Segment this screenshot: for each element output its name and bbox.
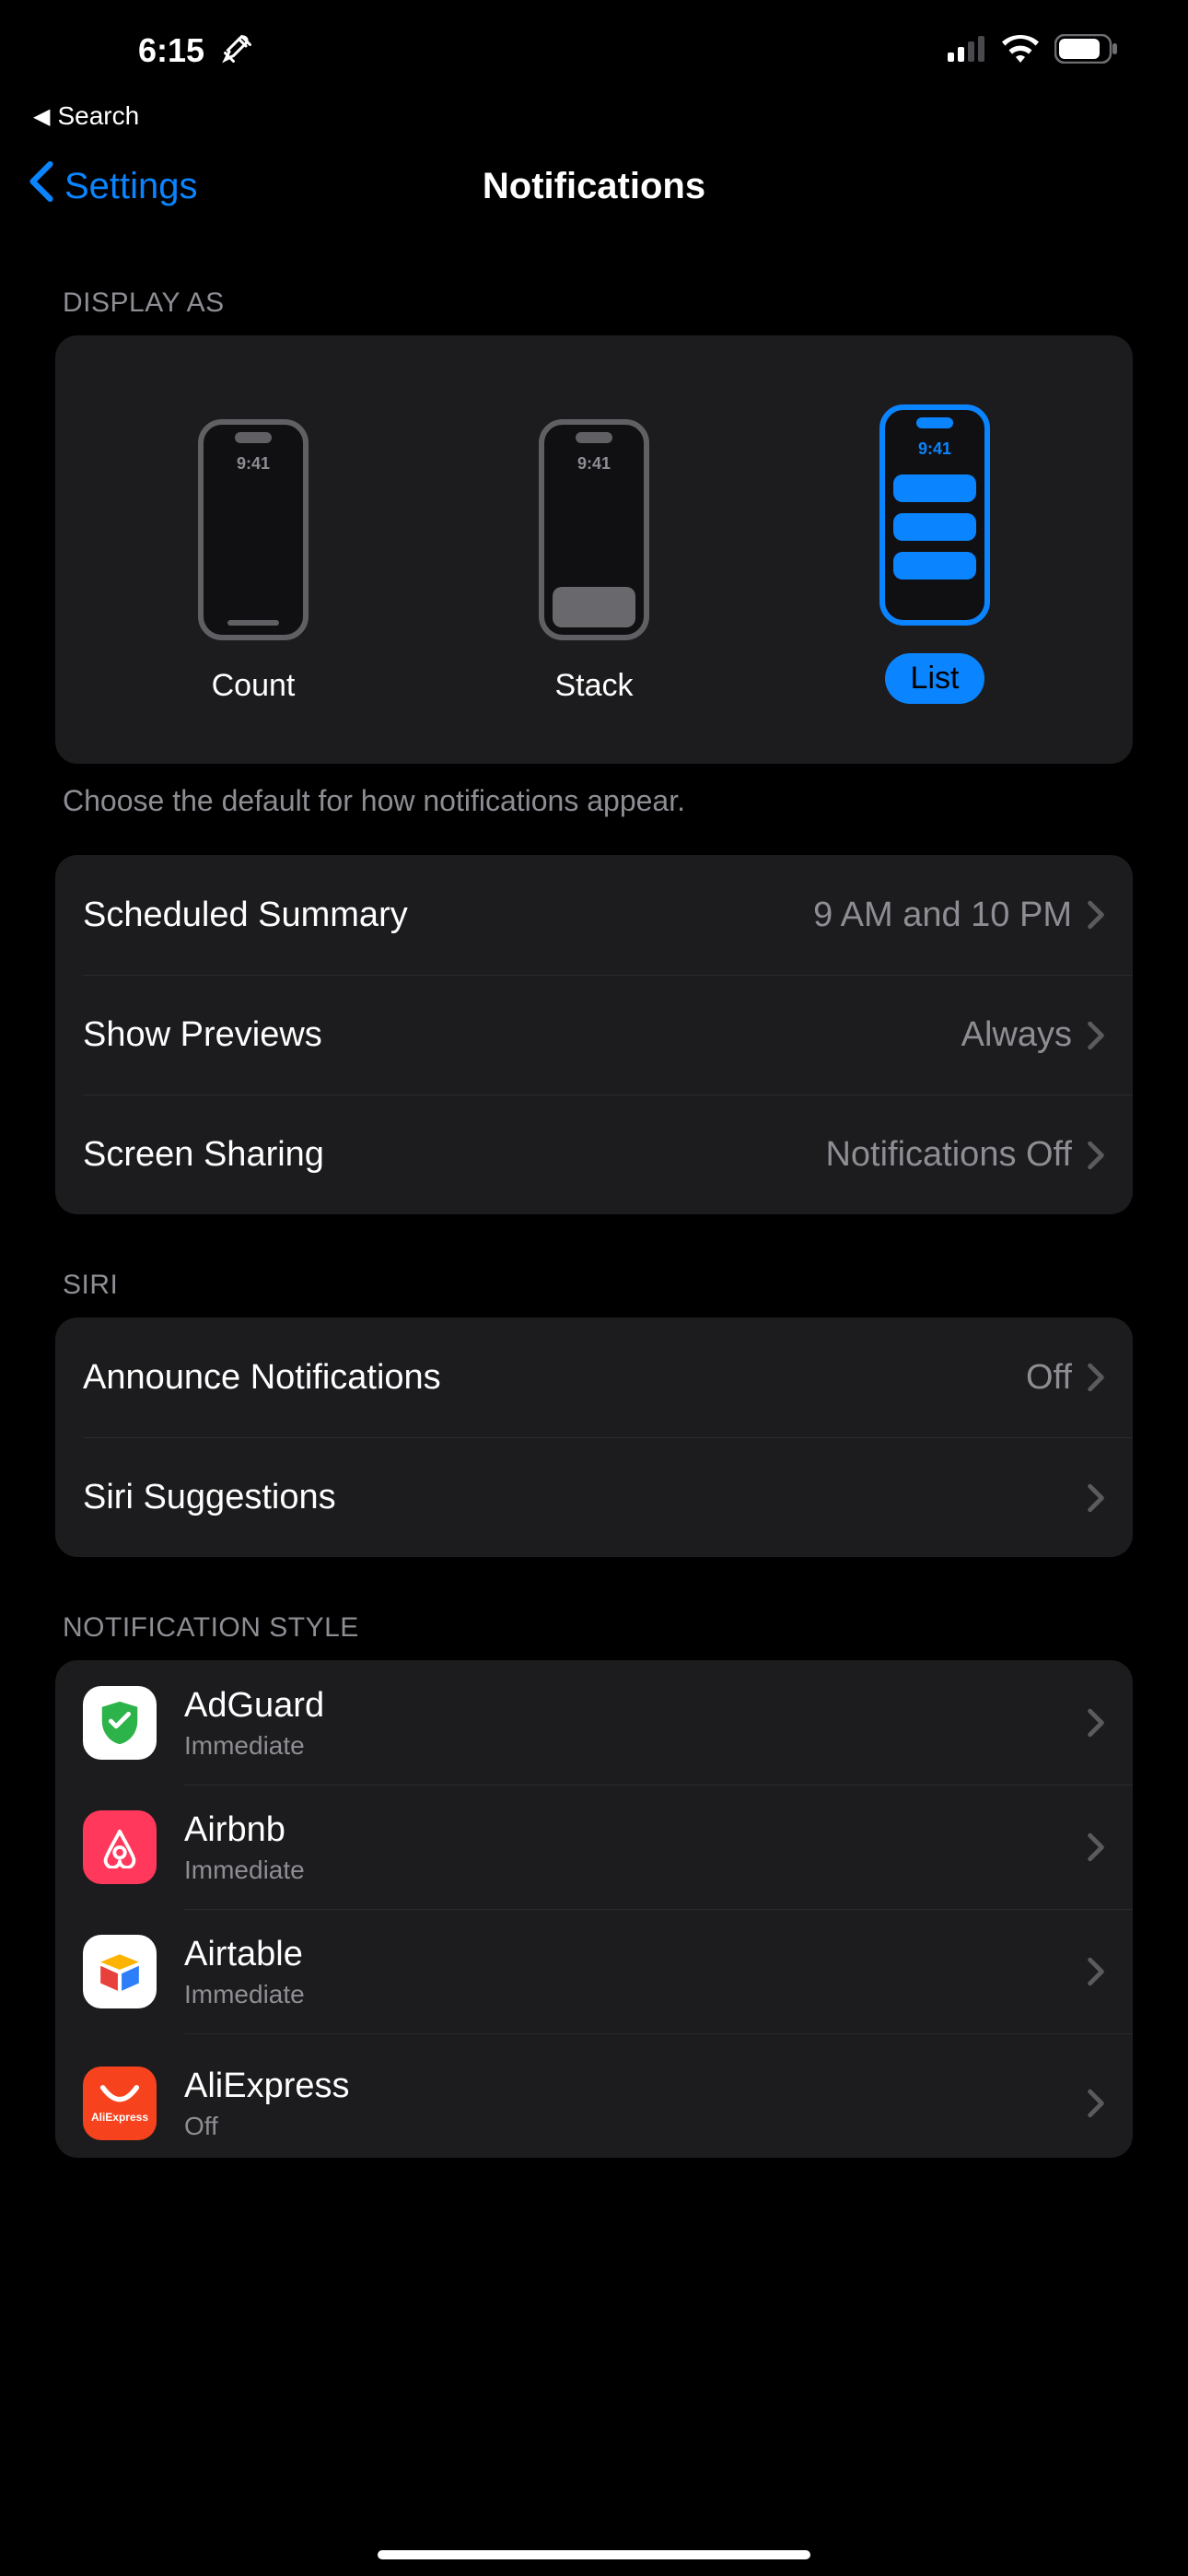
display-as-footer: Choose the default for how notifications… [55, 764, 1133, 818]
home-indicator[interactable] [378, 2550, 810, 2559]
chevron-right-icon [1087, 1363, 1105, 1392]
row-label: Siri Suggestions [83, 1478, 336, 1517]
chevron-right-icon [1087, 1483, 1105, 1513]
chevron-right-icon [1087, 1021, 1105, 1050]
display-option-label: List [885, 653, 985, 704]
app-name: Airbnb [184, 1810, 1087, 1850]
battery-icon [1054, 34, 1119, 68]
status-time: 6:15 [138, 31, 204, 70]
nav-back-label: Settings [64, 166, 198, 207]
chevron-right-icon [1087, 1957, 1105, 1986]
settings-group: Scheduled Summary 9 AM and 10 PM Show Pr… [55, 855, 1133, 1214]
status-bar: 6:15 [0, 0, 1188, 101]
chevron-left-icon: ◀ [33, 103, 50, 130]
row-value: 9 AM and 10 PM [813, 896, 1072, 935]
breadcrumb-back[interactable]: ◀ Search [0, 101, 1188, 140]
app-row-aliexpress[interactable]: AliExpress AliExpress Off [55, 2033, 1133, 2158]
phone-preview-time: 9:41 [237, 454, 270, 474]
chevron-right-icon [1087, 900, 1105, 930]
siri-header: SIRI [55, 1214, 1133, 1317]
row-announce-notifications[interactable]: Announce Notifications Off [55, 1317, 1133, 1437]
phone-preview-time: 9:41 [577, 454, 611, 474]
row-label: Announce Notifications [83, 1358, 441, 1398]
app-sub: Immediate [184, 1731, 1087, 1761]
app-name: AliExpress [184, 2067, 1087, 2106]
nav-back-button[interactable]: Settings [28, 161, 198, 211]
app-row-adguard[interactable]: AdGuard Immediate [55, 1660, 1133, 1785]
app-sub: Off [184, 2112, 1087, 2141]
cellular-icon [948, 36, 986, 66]
row-value: Notifications Off [825, 1135, 1072, 1175]
row-scheduled-summary[interactable]: Scheduled Summary 9 AM and 10 PM [55, 855, 1133, 975]
chevron-right-icon [1087, 2089, 1105, 2118]
breadcrumb-label: Search [57, 101, 139, 131]
app-name: Airtable [184, 1935, 1087, 1974]
siri-group: Announce Notifications Off Siri Suggesti… [55, 1317, 1133, 1557]
display-as-header: DISPLAY AS [55, 232, 1133, 335]
tools-icon [221, 32, 254, 70]
display-option-list[interactable]: 9:41 List [879, 404, 990, 704]
app-row-airtable[interactable]: Airtable Immediate [55, 1909, 1133, 2033]
phone-preview-time: 9:41 [918, 439, 951, 459]
app-icon-airbnb [83, 1810, 157, 1884]
row-label: Show Previews [83, 1015, 322, 1055]
app-row-airbnb[interactable]: Airbnb Immediate [55, 1785, 1133, 1909]
app-icon-airtable [83, 1935, 157, 2008]
chevron-left-icon [28, 161, 55, 211]
row-value: Off [1026, 1358, 1072, 1398]
app-icon-aliexpress: AliExpress [83, 2067, 157, 2140]
wifi-icon [1001, 35, 1040, 67]
style-group: AdGuard Immediate Airbnb Immediate [55, 1660, 1133, 2158]
row-label: Scheduled Summary [83, 896, 408, 935]
nav-bar: Settings Notifications [0, 140, 1188, 232]
app-sub: Immediate [184, 1980, 1087, 2009]
row-siri-suggestions[interactable]: Siri Suggestions [83, 1437, 1133, 1557]
display-as-group: 9:41 Count 9:41 Stack 9:41 [55, 335, 1133, 764]
row-value: Always [961, 1015, 1072, 1055]
app-icon-adguard [83, 1686, 157, 1760]
chevron-right-icon [1087, 1708, 1105, 1738]
row-label: Screen Sharing [83, 1135, 324, 1175]
style-header: NOTIFICATION STYLE [55, 1557, 1133, 1660]
display-option-label: Count [212, 668, 296, 704]
chevron-right-icon [1087, 1832, 1105, 1862]
app-sub: Immediate [184, 1856, 1087, 1885]
row-show-previews[interactable]: Show Previews Always [83, 975, 1133, 1095]
app-name: AdGuard [184, 1686, 1087, 1726]
display-option-stack[interactable]: 9:41 Stack [539, 419, 649, 704]
row-screen-sharing[interactable]: Screen Sharing Notifications Off [83, 1095, 1133, 1214]
display-option-count[interactable]: 9:41 Count [198, 419, 309, 704]
display-option-label: Stack [554, 668, 633, 704]
chevron-right-icon [1087, 1141, 1105, 1170]
